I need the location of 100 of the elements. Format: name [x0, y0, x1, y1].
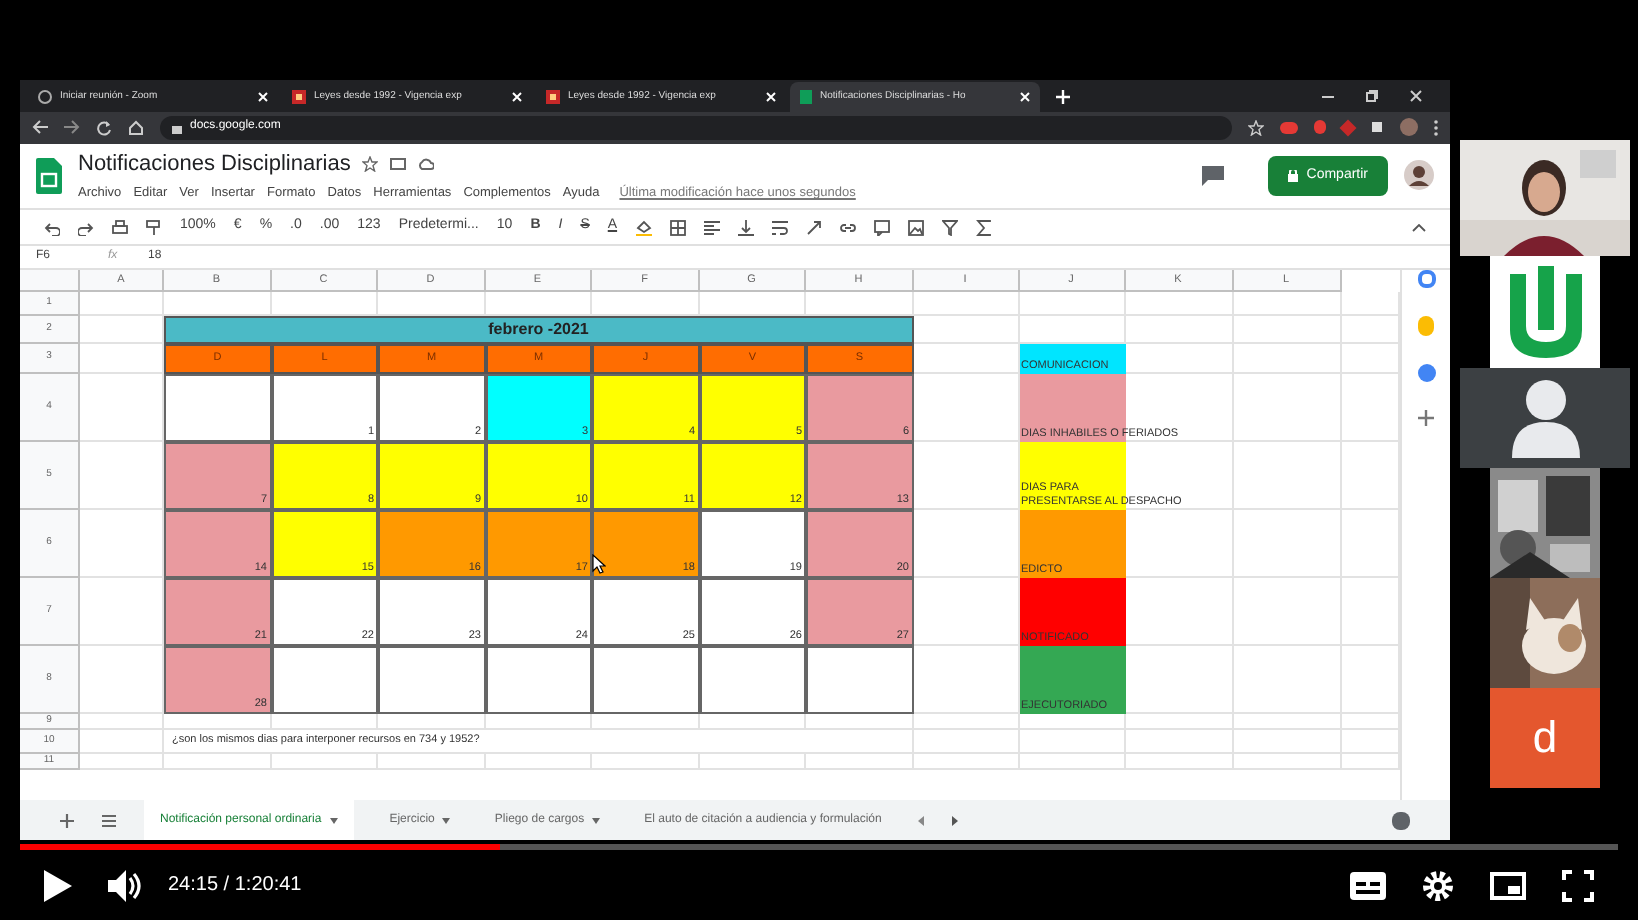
settings-icon[interactable] — [1422, 869, 1454, 901]
grid-cell[interactable] — [1341, 730, 1400, 754]
redo-icon[interactable] — [78, 219, 94, 236]
home-icon[interactable] — [128, 119, 144, 136]
align-icon[interactable] — [703, 219, 720, 236]
grid-cell[interactable] — [1233, 730, 1341, 754]
filter-icon[interactable] — [941, 219, 958, 236]
vertical-align-icon[interactable] — [737, 219, 754, 236]
caret-icon — [592, 817, 601, 823]
progress-track[interactable] — [20, 844, 1618, 850]
sheets-favicon-icon — [800, 90, 812, 105]
grid-cell[interactable] — [1341, 442, 1400, 510]
grid-cell[interactable] — [1019, 730, 1125, 754]
favicon-icon — [546, 90, 560, 105]
comment-icon[interactable] — [873, 219, 890, 236]
grid-cell[interactable] — [378, 754, 485, 770]
grid-cell[interactable] — [1233, 510, 1341, 578]
new-tab-icon — [1056, 90, 1070, 105]
cloud-icon[interactable] — [418, 157, 435, 170]
grid-cell[interactable] — [699, 754, 806, 770]
back-icon[interactable] — [32, 120, 48, 135]
add-sheet-icon[interactable] — [60, 813, 74, 827]
grid-cell[interactable] — [913, 714, 1019, 730]
close-icon — [258, 92, 268, 103]
print-icon[interactable] — [112, 219, 128, 236]
grid-cell[interactable] — [1125, 730, 1233, 754]
grid-cell[interactable] — [1341, 754, 1400, 770]
grid-cell[interactable] — [1341, 578, 1400, 646]
grid-cell[interactable] — [1233, 578, 1341, 646]
borders-icon[interactable] — [669, 219, 686, 236]
mouse-pointer-icon — [592, 554, 606, 574]
miniplayer-icon[interactable] — [1490, 871, 1526, 899]
grid-cell[interactable] — [1341, 374, 1400, 442]
grid-cell[interactable] — [1341, 646, 1400, 714]
grid-cell[interactable] — [592, 754, 699, 770]
reload-icon[interactable] — [96, 119, 112, 136]
comment-icon[interactable] — [1202, 165, 1225, 186]
grid-cell[interactable] — [164, 754, 271, 770]
scroll-right-icon[interactable] — [951, 815, 958, 825]
participant-initial: d — [1532, 716, 1558, 760]
minimize-icon — [1322, 90, 1334, 103]
grid-cell[interactable] — [1233, 374, 1341, 442]
fullscreen-icon[interactable] — [1562, 869, 1594, 901]
grid-cell[interactable] — [1233, 344, 1341, 374]
grid-cell[interactable] — [1125, 714, 1233, 730]
grid-cell[interactable] — [1341, 510, 1400, 578]
grid-cell[interactable] — [1233, 442, 1341, 510]
fill-color-icon[interactable] — [635, 219, 652, 236]
grid-cell[interactable] — [1233, 646, 1341, 714]
wrap-icon[interactable] — [771, 219, 788, 236]
user-avatar-icon[interactable] — [1404, 160, 1434, 191]
document-title[interactable]: Notificaciones Disciplinarias — [78, 147, 351, 181]
volume-icon[interactable] — [108, 869, 144, 901]
add-icon[interactable] — [1418, 410, 1434, 426]
grid-cell[interactable] — [1341, 292, 1400, 316]
image-icon[interactable] — [907, 219, 924, 236]
close-icon — [1020, 92, 1030, 103]
close-icon — [1410, 90, 1422, 103]
close-icon — [766, 92, 776, 103]
select-all-corner[interactable] — [20, 270, 80, 292]
paint-format-icon[interactable] — [146, 219, 162, 236]
grid-cell[interactable] — [913, 754, 1019, 770]
bookmark-star-icon[interactable] — [1248, 119, 1264, 136]
grid-cell[interactable] — [913, 730, 1019, 754]
functions-icon[interactable] — [975, 219, 992, 236]
restore-icon — [1366, 90, 1378, 103]
grid-cell[interactable] — [271, 754, 378, 770]
scroll-left-icon[interactable] — [917, 815, 924, 825]
globe-icon — [38, 90, 52, 105]
grid-cell[interactable] — [1233, 714, 1341, 730]
grid-cell[interactable] — [1233, 754, 1341, 770]
grid-cell[interactable] — [1341, 344, 1400, 374]
favicon-icon — [292, 90, 306, 105]
grid-cell[interactable] — [485, 754, 592, 770]
close-icon — [512, 92, 522, 103]
sheet-list-icon[interactable] — [102, 813, 116, 827]
avatar-silhouette-icon — [1511, 378, 1579, 458]
collapse-icon[interactable] — [1412, 223, 1426, 232]
calendar-icon[interactable] — [1417, 270, 1435, 288]
rotate-icon[interactable] — [805, 219, 822, 236]
grid-cell[interactable] — [806, 730, 913, 754]
grid-cell[interactable] — [806, 754, 913, 770]
grid-cell[interactable] — [1341, 714, 1400, 730]
profile-avatar-icon[interactable] — [1400, 118, 1418, 137]
play-icon[interactable] — [44, 869, 72, 901]
grid-cell[interactable] — [1341, 316, 1400, 344]
grid-cell[interactable] — [1233, 316, 1341, 344]
calendar-title: febrero -2021 — [164, 316, 913, 344]
link-icon[interactable] — [839, 219, 856, 236]
caret-icon — [329, 817, 338, 823]
subtitles-icon[interactable] — [1350, 871, 1386, 899]
forward-icon[interactable] — [64, 120, 80, 135]
grid-cell[interactable] — [1019, 754, 1125, 770]
grid-cell[interactable] — [1125, 754, 1233, 770]
grid-cell[interactable] — [1125, 316, 1233, 344]
sheets-logo-icon[interactable] — [36, 157, 62, 194]
tasks-icon[interactable] — [1417, 364, 1435, 382]
star-icon[interactable] — [362, 155, 379, 172]
undo-icon[interactable] — [44, 219, 60, 236]
keep-icon[interactable] — [1418, 316, 1434, 336]
